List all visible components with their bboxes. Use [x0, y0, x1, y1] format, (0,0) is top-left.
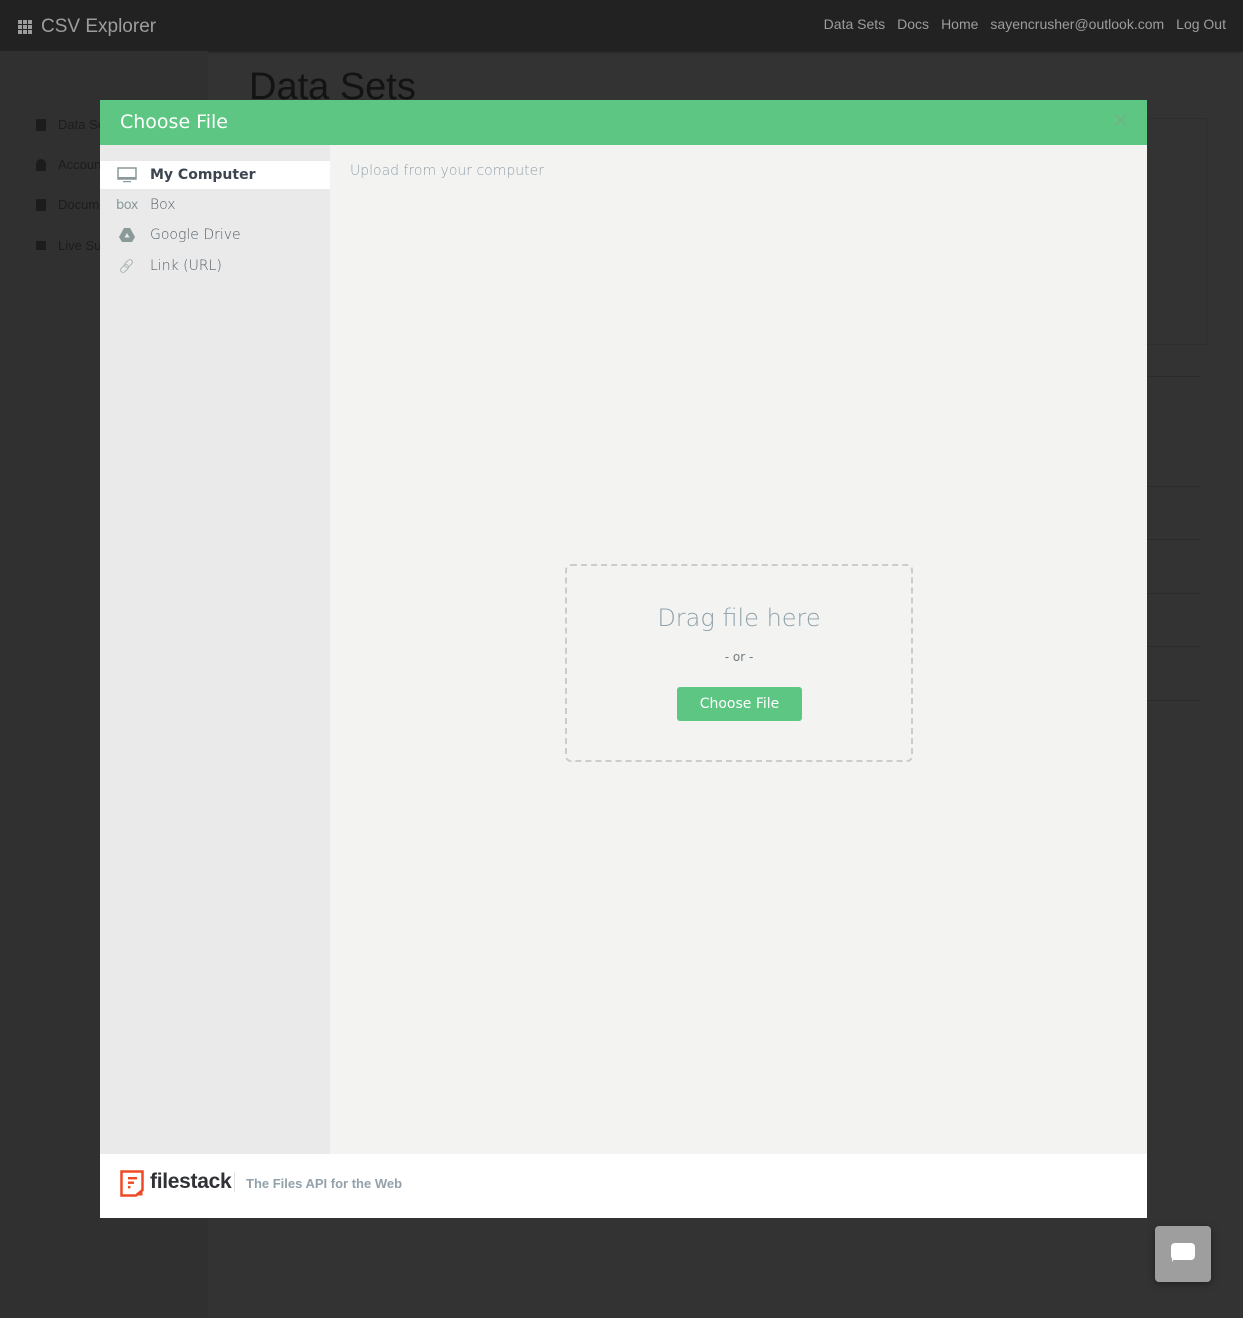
source-google-drive[interactable]: Google Drive: [100, 221, 330, 249]
filestack-tagline: The Files API for the Web: [246, 1176, 403, 1191]
nav-link-data-sets[interactable]: Data Sets: [824, 16, 885, 32]
user-icon: [36, 158, 46, 171]
brand-name: CSV Explorer: [41, 16, 157, 37]
nav-link-log-out[interactable]: Log Out: [1176, 16, 1226, 32]
background-row-divider: [1147, 593, 1201, 594]
choose-file-button[interactable]: Choose File: [677, 687, 802, 721]
modal-header: Choose File: [100, 100, 1147, 145]
source-my-computer[interactable]: My Computer: [100, 161, 330, 189]
link-icon: [117, 257, 137, 275]
chat-bubble-tail: [1172, 1256, 1176, 1262]
file-picker-modal: Choose File My Computer box Box Google D…: [100, 100, 1147, 1218]
source-label: Box: [150, 197, 176, 213]
bg-sidebar-item-account: Account: [36, 157, 105, 172]
nav-link-home[interactable]: Home: [941, 16, 978, 32]
file-icon: [36, 118, 46, 131]
filestack-brand: filestack: [150, 1170, 232, 1193]
drop-zone[interactable]: Drag file here - or - Choose File: [565, 564, 913, 762]
live-chat-button[interactable]: [1155, 1226, 1211, 1282]
source-label: Google Drive: [150, 227, 241, 243]
background-row-divider: [1147, 646, 1201, 647]
source-link-url[interactable]: Link (URL): [100, 252, 330, 280]
nav-link-account-email[interactable]: sayencrusher@outlook.com: [990, 16, 1164, 32]
monitor-icon: [117, 166, 137, 184]
background-row-divider: [1147, 700, 1201, 701]
chat-icon: [36, 241, 46, 250]
grid-icon: [18, 19, 33, 35]
box-icon: box: [116, 196, 139, 214]
drop-zone-or: - or -: [724, 650, 754, 664]
background-row-divider: [1147, 376, 1201, 377]
google-drive-icon: [117, 226, 137, 244]
content-heading: Upload from your computer: [350, 163, 544, 179]
footer-divider: [234, 1172, 235, 1192]
book-icon: [36, 198, 46, 211]
source-label: My Computer: [150, 167, 256, 183]
upload-content: Upload from your computer Drag file here…: [330, 145, 1147, 1154]
source-box[interactable]: box Box: [100, 191, 330, 219]
modal-title: Choose File: [120, 111, 228, 133]
top-navbar: CSV Explorer Data Sets Docs Home sayencr…: [0, 0, 1243, 51]
bg-sidebar-label: Account: [58, 157, 105, 172]
drop-zone-text: Drag file here: [657, 604, 821, 632]
modal-footer: filestack The Files API for the Web: [100, 1154, 1147, 1218]
background-row-divider: [1147, 486, 1201, 487]
filestack-logo-icon: [120, 1170, 144, 1197]
brand-link[interactable]: CSV Explorer: [18, 16, 156, 38]
nav-link-docs[interactable]: Docs: [897, 16, 929, 32]
close-icon[interactable]: [1115, 114, 1127, 126]
nav-links: Data Sets Docs Home sayencrusher@outlook…: [824, 16, 1226, 32]
box-icon-text: box: [116, 197, 139, 213]
source-sidebar: My Computer box Box Google Drive Link (U…: [100, 145, 330, 1154]
background-row-divider: [1147, 539, 1201, 540]
source-label: Link (URL): [150, 258, 222, 274]
